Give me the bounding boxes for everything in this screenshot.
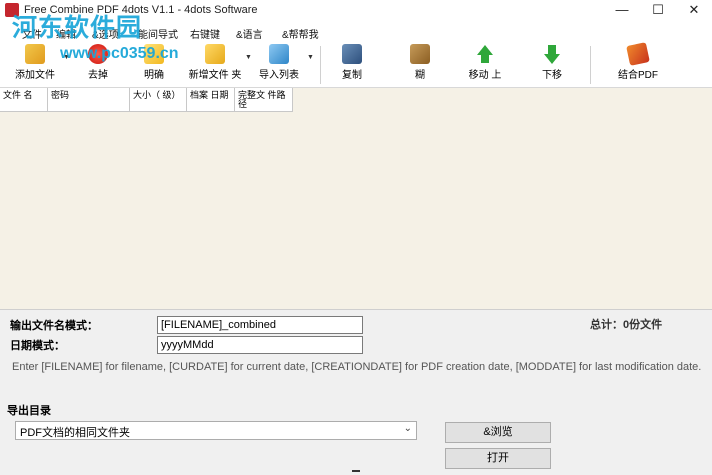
column-filename[interactable]: 文件 名: [0, 88, 48, 112]
browse-button[interactable]: &浏览: [445, 422, 551, 443]
clear-label: 明确: [144, 70, 164, 81]
output-settings-panel: 输出文件名模式： [FILENAME]_combined 总计：0份文件 日期模…: [0, 310, 712, 475]
paste-button[interactable]: 糊: [400, 42, 440, 88]
date-pattern-label: 日期模式：: [10, 340, 65, 352]
minimize-button[interactable]: —: [604, 0, 640, 22]
copy-label: 复制: [342, 70, 362, 81]
import-list-dropdown-icon[interactable]: ▼: [307, 54, 314, 61]
add-file-button[interactable]: 添加文件: [10, 42, 60, 88]
total-files-text: 总计：0份文件: [590, 319, 663, 331]
date-pattern-input[interactable]: yyyyMMdd: [157, 336, 363, 354]
output-dir-label: 导出目录: [7, 405, 51, 417]
move-up-button[interactable]: 移动 上: [460, 42, 510, 88]
copy-button[interactable]: 复制: [332, 42, 372, 88]
merge-pdf-icon: [626, 42, 650, 66]
resize-grip: [352, 470, 360, 472]
grid-header: 文件 名 密码 大小（ 级） 档案 日期 完整文 件路径: [0, 88, 293, 112]
move-down-label: 下移: [542, 70, 562, 81]
file-grid[interactable]: 文件 名 密码 大小（ 级） 档案 日期 完整文 件路径: [0, 88, 712, 310]
menu-context[interactable]: 右键键: [190, 26, 220, 41]
output-dir-select[interactable]: PDF文档的相同文件夹 ⌄: [15, 421, 417, 440]
column-fullpath[interactable]: 完整文 件路径: [235, 88, 293, 112]
move-down-button[interactable]: 下移: [530, 42, 574, 88]
watermark-url: www.pc0359.cn: [60, 45, 179, 62]
move-up-label: 移动 上: [468, 70, 502, 81]
remove-label: 去掉: [88, 70, 108, 81]
maximize-button[interactable]: ☐: [640, 0, 676, 22]
menu-help[interactable]: &帮帮我: [282, 26, 319, 41]
merge-pdf-label: 结合PDF: [618, 70, 658, 81]
pattern-help-text: Enter [FILENAME] for filename, [CURDATE]…: [12, 361, 702, 373]
column-password[interactable]: 密码: [48, 88, 130, 112]
menu-language[interactable]: &语言: [236, 26, 263, 41]
chevron-down-icon: ⌄: [403, 423, 412, 434]
import-list-icon: [269, 44, 289, 64]
merge-pdf-button[interactable]: 结合PDF: [612, 42, 664, 88]
add-file-icon: [25, 44, 45, 64]
column-size[interactable]: 大小（ 级）: [130, 88, 187, 112]
watermark-text: 河东软件园: [12, 13, 143, 42]
paste-icon: [410, 44, 430, 64]
import-list-label: 导入列表: [259, 70, 299, 81]
add-file-label: 添加文件: [15, 70, 55, 81]
filename-pattern-input[interactable]: [FILENAME]_combined: [157, 316, 363, 334]
add-folder-dropdown-icon[interactable]: ▼: [245, 54, 252, 61]
add-folder-button[interactable]: 新增文件 夹: [186, 42, 244, 88]
add-folder-icon: [205, 44, 225, 64]
menu-view[interactable]: 能间导式: [138, 26, 178, 41]
column-date[interactable]: 档案 日期: [187, 88, 235, 112]
close-button[interactable]: ✕: [676, 0, 712, 22]
output-dir-value: PDF文档的相同文件夹: [20, 427, 130, 439]
import-list-button[interactable]: 导入列表: [254, 42, 304, 88]
copy-icon: [342, 44, 362, 64]
move-down-icon: [542, 44, 562, 64]
filename-pattern-label: 输出文件名模式：: [10, 320, 98, 332]
toolbar-separator: [320, 46, 321, 84]
add-folder-label: 新增文件 夹: [188, 70, 242, 81]
paste-label: 糊: [415, 70, 425, 81]
open-button[interactable]: 打开: [445, 448, 551, 469]
move-up-icon: [475, 44, 495, 64]
toolbar-separator: [590, 46, 591, 84]
